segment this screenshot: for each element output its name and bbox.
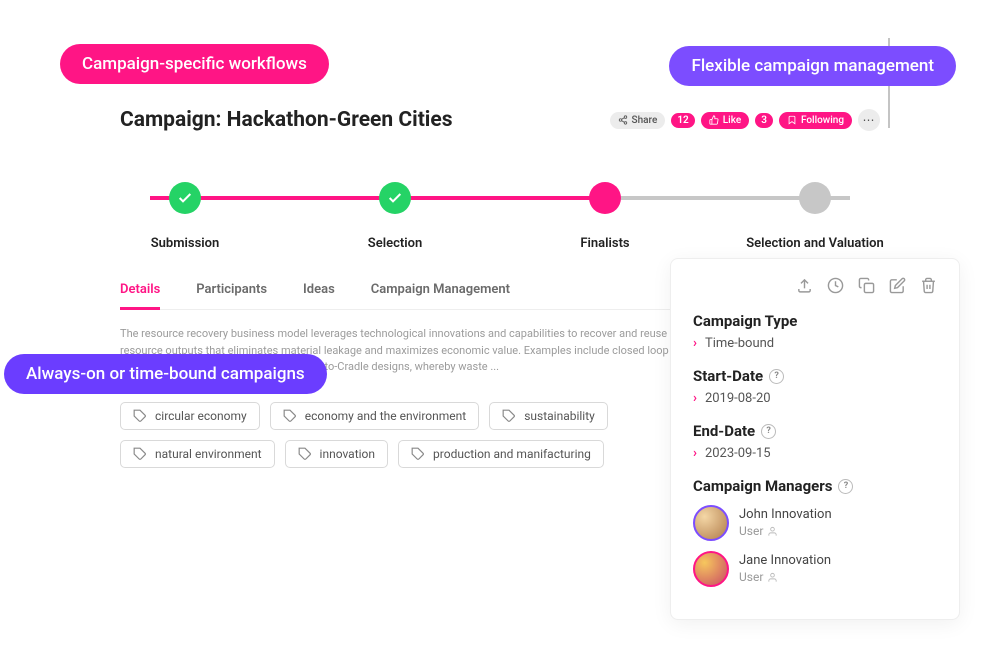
avatar bbox=[693, 505, 729, 541]
tab-ideas[interactable]: Ideas bbox=[303, 282, 335, 309]
edit-icon[interactable] bbox=[889, 277, 906, 294]
end-date-value: 2023-09-15 bbox=[705, 446, 771, 461]
stage-valuation[interactable]: Selection and Valuation bbox=[765, 182, 865, 251]
tag-item[interactable]: innovation bbox=[285, 440, 389, 468]
help-icon[interactable]: ? bbox=[769, 369, 784, 384]
bookmark-icon bbox=[787, 115, 797, 125]
share-button[interactable]: Share bbox=[610, 112, 666, 129]
chevron-right-icon: › bbox=[693, 336, 697, 351]
thumbs-up-icon bbox=[709, 115, 719, 125]
tag-item[interactable]: production and manifacturing bbox=[398, 440, 604, 468]
tab-details[interactable]: Details bbox=[120, 282, 160, 310]
stage-label: Selection and Valuation bbox=[746, 236, 884, 251]
campaign-type-value: Time-bound bbox=[705, 336, 774, 351]
tag-label: economy and the environment bbox=[305, 409, 467, 423]
manager-role: User bbox=[739, 570, 763, 585]
tag-icon bbox=[283, 409, 297, 423]
stage-finalists[interactable]: Finalists bbox=[555, 182, 655, 251]
tag-label: circular economy bbox=[155, 409, 247, 423]
trash-icon[interactable] bbox=[920, 277, 937, 294]
page-title: Campaign: Hackathon-Green Cities bbox=[120, 108, 452, 132]
tag-icon bbox=[298, 447, 312, 461]
tag-item[interactable]: natural environment bbox=[120, 440, 275, 468]
user-icon bbox=[767, 572, 778, 583]
follow-label: Following bbox=[801, 115, 844, 126]
feature-pill-timebound: Always-on or time-bound campaigns bbox=[4, 354, 327, 394]
tag-item[interactable]: economy and the environment bbox=[270, 402, 480, 430]
more-button[interactable]: ⋯ bbox=[858, 109, 880, 131]
stage-submission[interactable]: Submission bbox=[135, 182, 235, 251]
tag-list: circular economy economy and the environ… bbox=[120, 402, 680, 468]
stage-selection[interactable]: Selection bbox=[345, 182, 445, 251]
upload-icon[interactable] bbox=[796, 277, 813, 294]
dots-icon: ⋯ bbox=[863, 113, 876, 127]
help-icon[interactable]: ? bbox=[838, 479, 853, 494]
workflow-progress: Submission Selection Finalists Selection… bbox=[120, 182, 880, 252]
feature-pill-workflows: Campaign-specific workflows bbox=[60, 44, 329, 84]
managers-label: Campaign Managers bbox=[693, 477, 832, 495]
start-date-value: 2019-08-20 bbox=[705, 391, 771, 406]
share-label: Share bbox=[632, 115, 658, 126]
avatar bbox=[693, 551, 729, 587]
manager-row[interactable]: John Innovation User bbox=[693, 505, 937, 541]
chevron-right-icon: › bbox=[693, 391, 697, 406]
manager-row[interactable]: Jane Innovation User bbox=[693, 551, 937, 587]
tab-participants[interactable]: Participants bbox=[196, 282, 267, 309]
tag-icon bbox=[133, 409, 147, 423]
like-button[interactable]: Like bbox=[701, 112, 749, 129]
copy-icon[interactable] bbox=[858, 277, 875, 294]
check-icon bbox=[387, 190, 403, 206]
share-icon bbox=[618, 115, 628, 125]
campaign-info-card: Campaign Type › Time-bound Start-Date? › 2… bbox=[670, 258, 960, 620]
end-date-label: End-Date bbox=[693, 422, 755, 440]
like-label: Like bbox=[723, 115, 741, 126]
tag-label: natural environment bbox=[155, 447, 262, 461]
campaign-type-label: Campaign Type bbox=[693, 312, 797, 330]
help-icon[interactable]: ? bbox=[761, 424, 776, 439]
tag-label: production and manifacturing bbox=[433, 447, 591, 461]
stage-label: Submission bbox=[151, 236, 220, 251]
feature-pill-flexible: Flexible campaign management bbox=[669, 46, 956, 86]
tab-management[interactable]: Campaign Management bbox=[371, 282, 510, 309]
follow-button[interactable]: Following bbox=[779, 112, 852, 129]
manager-name: John Innovation bbox=[739, 507, 832, 523]
start-date-label: Start-Date bbox=[693, 367, 763, 385]
follow-count: 3 bbox=[755, 113, 773, 128]
tag-icon bbox=[133, 447, 147, 461]
tag-item[interactable]: sustainability bbox=[489, 402, 608, 430]
tag-label: sustainability bbox=[524, 409, 595, 423]
tag-label: innovation bbox=[320, 447, 376, 461]
check-icon bbox=[177, 190, 193, 206]
like-count: 12 bbox=[671, 113, 694, 128]
user-icon bbox=[767, 526, 778, 537]
stage-label: Selection bbox=[368, 236, 422, 251]
manager-name: Jane Innovation bbox=[739, 553, 831, 569]
chevron-right-icon: › bbox=[693, 446, 697, 461]
manager-role: User bbox=[739, 524, 763, 539]
tag-icon bbox=[502, 409, 516, 423]
stage-label: Finalists bbox=[580, 236, 629, 251]
tag-icon bbox=[411, 447, 425, 461]
tag-item[interactable]: circular economy bbox=[120, 402, 260, 430]
clock-icon[interactable] bbox=[827, 277, 844, 294]
